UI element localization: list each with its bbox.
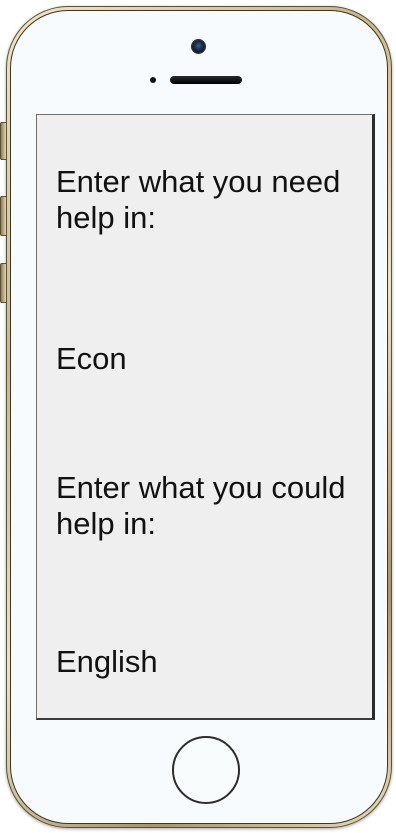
speaker-grille — [170, 76, 242, 84]
phone-screen: Enter what you need help in: Econ Enter … — [36, 114, 375, 720]
could-help-value[interactable]: English — [56, 644, 158, 680]
home-button[interactable] — [172, 736, 240, 804]
need-help-value[interactable]: Econ — [56, 341, 127, 377]
mute-switch — [0, 122, 6, 160]
volume-up-button — [0, 196, 6, 236]
could-help-prompt: Enter what you could help in: — [56, 470, 346, 541]
sensor-icon — [150, 77, 156, 83]
camera-icon — [192, 40, 205, 53]
volume-down-button — [0, 263, 6, 303]
need-help-prompt: Enter what you need help in: — [56, 164, 341, 235]
